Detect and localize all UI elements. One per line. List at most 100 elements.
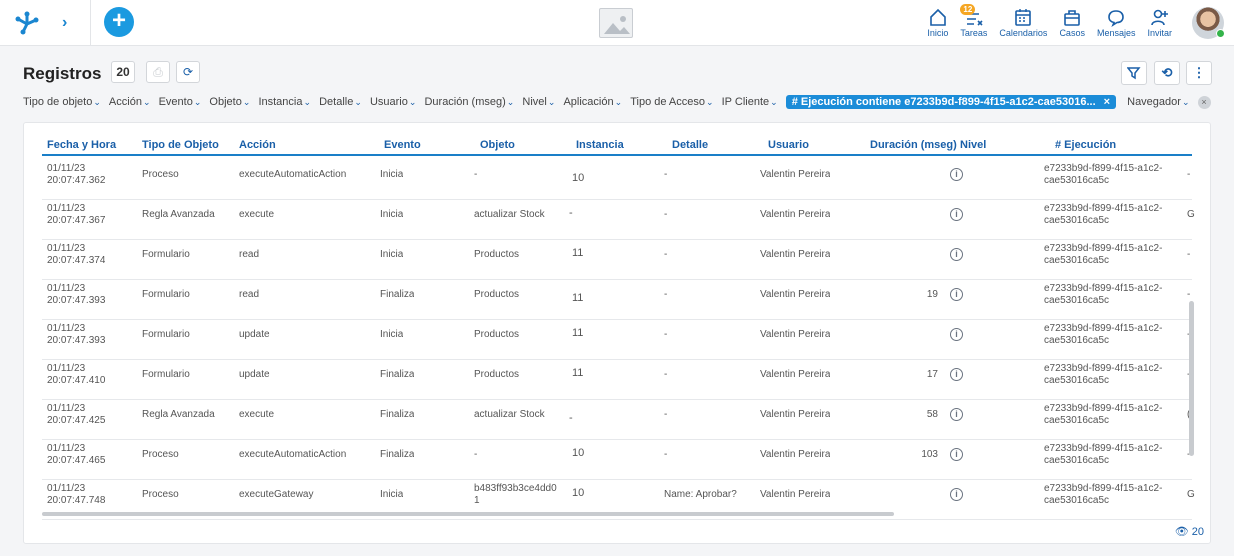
table-row[interactable]: 01/11/23 20:07:47.393 Formulario update Inic… xyxy=(42,320,1192,360)
filter-detalle[interactable]: Detalle⌄ xyxy=(319,96,362,108)
cell-instancia: 10 xyxy=(572,447,585,459)
more-options-button[interactable]: ⋮ xyxy=(1186,61,1212,85)
filter-ip-cliente[interactable]: IP Cliente⌄ xyxy=(722,96,778,108)
refresh-button[interactable]: ⟳ xyxy=(176,61,200,83)
col-ejecucion[interactable]: # Ejecución xyxy=(1055,139,1116,151)
nav-label: Calendarios xyxy=(999,28,1048,38)
cell-tipo-objeto: Formulario xyxy=(142,289,190,300)
cell-instancia: 11 xyxy=(572,367,584,379)
cell-evento: Finaliza xyxy=(380,449,415,460)
history-button[interactable]: ⟲ xyxy=(1154,61,1180,85)
col-objeto[interactable]: Objeto xyxy=(480,139,515,151)
info-icon[interactable]: i xyxy=(950,328,963,341)
filter-tipo-acceso[interactable]: Tipo de Acceso⌄ xyxy=(630,96,713,108)
cell-tipo-objeto: Formulario xyxy=(142,369,190,380)
cell-tipo-objeto: Regla Avanzada xyxy=(142,209,215,220)
nav-casos[interactable]: Casos xyxy=(1053,6,1091,42)
cell-ejecucion-cont: cae53016ca5c xyxy=(1044,295,1110,306)
filter-instancia[interactable]: Instancia⌄ xyxy=(258,96,311,108)
filter-nivel[interactable]: Nivel⌄ xyxy=(522,96,555,108)
table-row[interactable]: 01/11/23 20:07:47.393 Formulario read Finali… xyxy=(42,280,1192,320)
cell-ejecucion-cont: cae53016ca5c xyxy=(1044,335,1110,346)
filter-usuario[interactable]: Usuario⌄ xyxy=(370,96,416,108)
col-evento[interactable]: Evento xyxy=(384,139,421,151)
app-logo-icon[interactable] xyxy=(14,10,40,36)
table-row[interactable]: 01/11/23 20:07:47.367 Regla Avanzada execut… xyxy=(42,200,1195,240)
cell-detalle: - xyxy=(664,289,668,300)
info-icon[interactable]: i xyxy=(950,448,963,461)
info-icon[interactable]: i xyxy=(950,208,963,221)
info-icon[interactable]: i xyxy=(950,368,963,381)
filter-accion[interactable]: Acción⌄ xyxy=(109,96,151,108)
active-filter-chip[interactable]: # Ejecución contiene e7233b9d-f899-4f15-… xyxy=(785,95,1117,109)
filter-tipo-objeto[interactable]: Tipo de objeto⌄ xyxy=(23,96,101,108)
disabled-action-button[interactable]: ⎙ xyxy=(146,61,170,83)
col-tipo-objeto[interactable]: Tipo de Objeto xyxy=(142,139,219,151)
filter-aplicacion[interactable]: Aplicación⌄ xyxy=(563,96,622,108)
nav-mensajes[interactable]: Mensajes xyxy=(1091,6,1142,42)
nav-inicio[interactable]: Inicio xyxy=(921,6,954,42)
table-row[interactable]: 01/11/23 20:07:47.374 Formulario read Inicia… xyxy=(42,240,1192,280)
cell-ejecucion-cont: cae53016ca5c xyxy=(1044,495,1110,506)
col-duracion[interactable]: Duración (mseg) xyxy=(870,139,957,151)
chat-icon xyxy=(1108,10,1125,27)
clear-filters-icon[interactable]: × xyxy=(1197,95,1211,109)
info-icon[interactable]: i xyxy=(950,168,963,181)
table-row[interactable]: 01/11/23 20:07:47.465 Proceso executeAutoma… xyxy=(42,440,1192,480)
cell-objeto: actualizar Stock xyxy=(474,209,545,220)
briefcase-icon xyxy=(1064,10,1080,26)
page-size-indicator[interactable]: 👁 20 xyxy=(1175,525,1204,538)
info-icon[interactable]: i xyxy=(950,288,963,301)
col-accion[interactable]: Acción xyxy=(239,139,276,151)
col-nivel[interactable]: Nivel xyxy=(960,139,986,151)
filter-button[interactable] xyxy=(1121,61,1147,85)
cell-accion: read xyxy=(239,249,260,260)
table-row[interactable]: 01/11/23 20:07:47.425 Regla Avanzada execut… xyxy=(42,400,1192,440)
filter-evento[interactable]: Evento⌄ xyxy=(159,96,202,108)
info-icon[interactable]: i xyxy=(950,408,963,421)
cell-time: 20:07:47.374 xyxy=(47,255,106,266)
cell-detalle: - xyxy=(664,449,668,460)
chevron-down-icon: ⌄ xyxy=(770,97,778,107)
col-fecha-hora[interactable]: Fecha y Hora xyxy=(47,139,116,151)
nav-tareas[interactable]: 12 Tareas xyxy=(954,4,993,42)
cell-accion: read xyxy=(239,289,260,300)
info-icon[interactable]: i xyxy=(950,248,963,261)
filter-duracion[interactable]: Duración (mseg)⌄ xyxy=(424,96,514,108)
filter-navegador[interactable]: Navegador⌄ xyxy=(1127,96,1189,108)
col-instancia[interactable]: Instancia xyxy=(576,139,624,151)
info-icon[interactable]: i xyxy=(950,488,963,501)
cell-instancia: 11 xyxy=(572,247,584,259)
cell-instancia: - xyxy=(569,207,573,219)
expand-menu-chevron-icon[interactable]: › xyxy=(62,14,67,32)
col-detalle[interactable]: Detalle xyxy=(672,139,708,151)
horizontal-scrollbar[interactable] xyxy=(42,512,894,516)
cell-overflow: - xyxy=(1187,169,1191,180)
table-row[interactable]: 01/11/23 20:07:47.410 Formulario update Fina… xyxy=(42,360,1192,400)
nav-calendarios[interactable]: Calendarios xyxy=(993,6,1053,42)
table-row[interactable]: 01/11/23 20:07:47.362 Proceso executeAutoma… xyxy=(42,160,1192,200)
cell-evento: Inicia xyxy=(380,329,404,340)
col-usuario[interactable]: Usuario xyxy=(768,139,809,151)
cell-usuario: Valentin Pereira xyxy=(760,449,831,460)
invite-user-icon xyxy=(1150,9,1168,26)
cell-ejecucion: e7233b9d-f899-4f15-a1c2- xyxy=(1044,443,1163,454)
cell-ejecucion: e7233b9d-f899-4f15-a1c2- xyxy=(1044,283,1163,294)
chevron-down-icon: ⌄ xyxy=(547,97,556,107)
cell-objeto: Productos xyxy=(474,249,520,260)
cell-date: 01/11/23 xyxy=(47,203,86,214)
cell-tipo-objeto: Proceso xyxy=(142,169,179,180)
cell-overflow: G xyxy=(1187,489,1195,500)
nav-label: Invitar xyxy=(1147,28,1172,38)
remove-filter-icon[interactable]: × xyxy=(1104,96,1110,108)
divider xyxy=(90,0,91,46)
cell-ejecucion: e7233b9d-f899-4f15-a1c2- xyxy=(1044,483,1163,494)
cell-ejecucion: e7233b9d-f899-4f15-a1c2- xyxy=(1044,163,1163,174)
chevron-down-icon: ⌄ xyxy=(242,97,251,107)
cell-date: 01/11/23 xyxy=(47,163,86,174)
vertical-scrollbar[interactable] xyxy=(1189,301,1194,456)
filter-objeto[interactable]: Objeto⌄ xyxy=(209,96,250,108)
cell-usuario: Valentin Pereira xyxy=(760,289,831,300)
add-button[interactable]: + xyxy=(104,7,134,37)
nav-invitar[interactable]: Invitar xyxy=(1141,6,1178,42)
